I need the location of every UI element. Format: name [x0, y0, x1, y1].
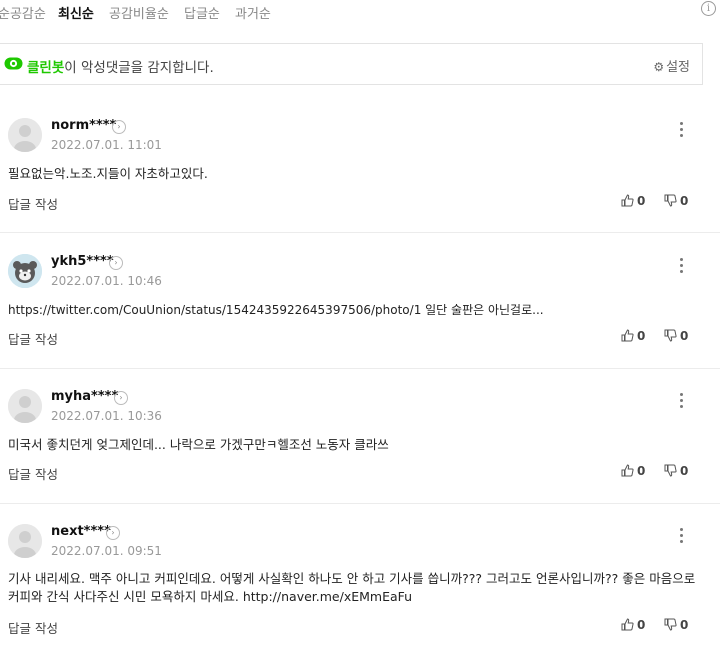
cleanbot-icon [4, 57, 23, 70]
cleanbot-message: 클린봇이 악성댓글을 감지합니다. [27, 56, 214, 76]
comment-item: norm**** › 2022.07.01. 11:01 필요없는악.노조.지들… [0, 98, 720, 233]
sort-tab-like-ratio[interactable]: 공감비율순 [109, 3, 169, 22]
like-count: 0 [637, 194, 646, 208]
sort-tab-most-liked[interactable]: 순공감순 [0, 3, 46, 22]
thumbs-up-icon [621, 464, 634, 477]
reply-button[interactable]: 답글 작성 [8, 329, 58, 348]
like-count: 0 [637, 618, 646, 632]
avatar[interactable] [8, 389, 42, 423]
thumbs-down-icon [664, 464, 677, 477]
avatar[interactable] [8, 254, 42, 288]
reply-button[interactable]: 답글 작성 [8, 464, 58, 483]
profile-chevron-icon[interactable]: › [106, 526, 120, 540]
comment-date: 2022.07.01. 09:51 [51, 544, 162, 558]
thumbs-up-icon [621, 618, 634, 631]
thumbs-up-icon [621, 194, 634, 207]
comment-nickname[interactable]: norm**** [51, 118, 116, 133]
cleanbot-banner: 클린봇이 악성댓글을 감지합니다. ⚙ 설정 [0, 43, 703, 85]
cleanbot-description: 이 악성댓글을 감지합니다. [64, 60, 214, 76]
comment-item: next**** › 2022.07.01. 09:51 기사 내리세요. 맥주… [0, 504, 720, 653]
comment-text: 기사 내리세요. 맥주 아니고 커피인데요. 어떻게 사실확인 하나도 안 하고… [8, 571, 696, 604]
dislike-button[interactable]: 0 [664, 464, 688, 478]
comment-item: ykh5**** › 2022.07.01. 10:46 https://twi… [0, 234, 720, 369]
more-options-icon[interactable] [678, 528, 684, 544]
thumbs-up-icon [621, 329, 634, 342]
comment-date: 2022.07.01. 10:36 [51, 409, 162, 423]
info-icon[interactable]: i [701, 1, 716, 16]
comment-date: 2022.07.01. 10:46 [51, 274, 162, 288]
like-button[interactable]: 0 [621, 194, 645, 208]
comment-text: 필요없는악.노조.지들이 자초하고있다. [8, 166, 208, 181]
gear-icon: ⚙ [653, 60, 665, 74]
default-avatar-icon [8, 118, 42, 152]
more-options-icon[interactable] [678, 258, 684, 274]
profile-chevron-icon[interactable]: › [112, 120, 126, 134]
like-button[interactable]: 0 [621, 464, 645, 478]
profile-chevron-icon[interactable]: › [114, 391, 128, 405]
comment-text: 미국서 좋치던게 엊그제인데... 나락으로 가겠구만ㅋ헬조선 노동자 클라쓰 [8, 437, 389, 452]
dislike-count: 0 [680, 618, 689, 632]
sort-tab-oldest[interactable]: 과거순 [235, 3, 271, 22]
sort-tab-latest[interactable]: 최신순 [58, 3, 94, 22]
more-options-icon[interactable] [678, 393, 684, 409]
avatar[interactable] [8, 524, 42, 558]
comment-nickname[interactable]: ykh5**** [51, 254, 114, 269]
divider [0, 232, 720, 233]
dislike-count: 0 [680, 194, 689, 208]
comment-item: myha**** › 2022.07.01. 10:36 미국서 좋치던게 엊그… [0, 369, 720, 504]
dislike-button[interactable]: 0 [664, 618, 688, 632]
cleanbot-settings-button[interactable]: ⚙ 설정 [653, 56, 690, 75]
comment-nickname[interactable]: next**** [51, 524, 111, 539]
sort-tabs: 순공감순 최신순 공감비율순 답글순 과거순 i [0, 0, 720, 26]
comment-text: https://twitter.com/CouUnion/status/1542… [8, 303, 544, 317]
like-count: 0 [637, 329, 646, 343]
dislike-count: 0 [680, 329, 689, 343]
avatar[interactable] [8, 118, 42, 152]
default-avatar-icon [8, 389, 42, 423]
like-count: 0 [637, 464, 646, 478]
dislike-count: 0 [680, 464, 689, 478]
comment-nickname[interactable]: myha**** [51, 389, 118, 404]
thumbs-down-icon [664, 194, 677, 207]
reply-button[interactable]: 답글 작성 [8, 618, 58, 637]
like-button[interactable]: 0 [621, 329, 645, 343]
dislike-button[interactable]: 0 [664, 329, 688, 343]
profile-image-icon [8, 254, 42, 288]
reply-button[interactable]: 답글 작성 [8, 194, 58, 213]
more-options-icon[interactable] [678, 122, 684, 138]
default-avatar-icon [8, 524, 42, 558]
thumbs-down-icon [664, 618, 677, 631]
comment-date: 2022.07.01. 11:01 [51, 138, 162, 152]
cleanbot-name: 클린봇 [27, 60, 65, 76]
thumbs-down-icon [664, 329, 677, 342]
dislike-button[interactable]: 0 [664, 194, 688, 208]
sort-tab-replies[interactable]: 답글순 [184, 3, 220, 22]
like-button[interactable]: 0 [621, 618, 645, 632]
profile-chevron-icon[interactable]: › [109, 256, 123, 270]
settings-label: 설정 [666, 60, 690, 75]
